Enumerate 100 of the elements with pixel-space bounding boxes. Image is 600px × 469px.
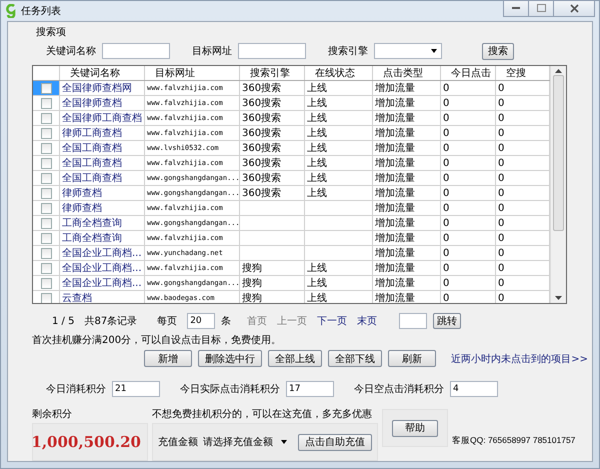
table-cell: 增加流量	[373, 216, 441, 230]
per-page-label: 每页	[157, 315, 178, 328]
column-header: 关键词名称	[60, 66, 145, 80]
action-button[interactable]: 刷新	[388, 350, 436, 367]
minimize-icon	[512, 6, 520, 10]
notice-text: 首次挂机赚分满200分，可以自设点击目标，免费使用。	[32, 334, 282, 347]
row-checkbox-cell[interactable]	[33, 81, 60, 95]
action-button[interactable]: 全部上线	[268, 350, 322, 367]
keyword-cell: 全国律师查档网	[60, 81, 145, 95]
keyword-cell: 律师查档	[60, 201, 145, 215]
app-logo-icon	[5, 4, 17, 18]
keyword-cell: 全国工商查档	[60, 156, 145, 170]
table-cell: 上线	[307, 158, 327, 168]
row-checkbox[interactable]	[40, 292, 52, 303]
row-checkbox[interactable]	[40, 278, 52, 288]
keyword-cell: 全国企业工商档...	[60, 246, 145, 260]
table-cell: 上线	[307, 128, 327, 138]
keyword-cell: 工商全档查询	[60, 216, 145, 230]
keyword-cell: 全国工商查档	[60, 141, 145, 155]
table-cell: 上线	[307, 98, 327, 108]
unit-label: 条	[221, 315, 232, 328]
table-cell: 增加流量	[373, 246, 441, 260]
keyword-cell: 律师查档	[60, 186, 145, 200]
row-checkbox[interactable]	[40, 158, 52, 168]
table-cell: 上线	[307, 142, 327, 154]
table-cell: 0	[441, 96, 496, 110]
amount-dropdown[interactable]: 请选择充值金额	[203, 435, 287, 449]
amount-label: 充值金额	[158, 436, 198, 449]
help-button[interactable]: 帮助	[392, 420, 438, 436]
scroll-down-icon[interactable]	[555, 296, 562, 300]
table-cell: 0	[441, 276, 496, 290]
recharge-title: 不想免费挂机积分的，可以在这充值，多充多优惠	[152, 408, 373, 421]
table-cell: 增加流量	[373, 126, 441, 140]
column-header: 目标网址	[145, 66, 240, 80]
balance-label: 剩余积分	[32, 408, 73, 421]
jump-button[interactable]: 跳转	[433, 313, 462, 330]
table-cell: 360搜索	[242, 158, 282, 168]
row-checkbox[interactable]	[40, 262, 52, 274]
keyword-cell: 全国企业工商档...	[60, 276, 145, 290]
caret-icon	[281, 440, 287, 444]
table-cell: 0	[441, 201, 496, 215]
table-cell: 增加流量	[373, 291, 441, 303]
field-label: 目标网址	[192, 44, 232, 58]
row-checkbox[interactable]	[40, 248, 52, 258]
table-cell: 搜狗	[242, 278, 262, 288]
row-checkbox[interactable]	[40, 218, 52, 228]
table-cell: 增加流量	[373, 201, 441, 215]
action-button[interactable]: 全部下线	[328, 350, 382, 367]
row-checkbox[interactable]	[40, 98, 52, 108]
pager-link[interactable]: 末页	[357, 314, 378, 328]
caret-icon	[431, 49, 437, 53]
table-cell: 增加流量	[373, 186, 441, 200]
action-button[interactable]: 删除选中行	[198, 350, 262, 367]
recent-items-link[interactable]: 近两小时内未点击到的项目>>	[451, 352, 588, 366]
stat-field[interactable]: 21	[112, 381, 160, 397]
table-cell: 0	[441, 291, 496, 303]
table-cell: 上线	[307, 82, 327, 94]
row-checkbox[interactable]	[40, 202, 52, 214]
row-checkbox[interactable]	[40, 128, 52, 138]
page-indicator: 1 / 5	[52, 316, 74, 327]
scroll-up-icon[interactable]	[555, 69, 562, 73]
keyword-field[interactable]	[102, 43, 170, 59]
search-button[interactable]: 搜索	[482, 42, 514, 60]
per-page-field[interactable]: 20	[187, 313, 216, 330]
table-cell: 0	[441, 156, 496, 170]
table-cell: 增加流量	[373, 231, 441, 245]
keyword-cell: 全国工商查档	[60, 171, 145, 185]
table-cell: 360搜索	[242, 142, 282, 154]
keyword-cell: 全国律师查档	[60, 96, 145, 110]
row-checkbox[interactable]	[40, 232, 52, 244]
table-cell: 上线	[307, 262, 327, 274]
vertical-scrollbar[interactable]	[550, 66, 566, 303]
table-cell: 0	[441, 246, 496, 260]
row-checkbox[interactable]	[40, 188, 52, 198]
pager-link[interactable]: 下一页	[317, 314, 348, 328]
maximize-icon	[536, 4, 546, 12]
row-checkbox[interactable]	[40, 82, 52, 94]
table-cell: 360搜索	[242, 112, 282, 124]
close-button[interactable]	[553, 0, 595, 16]
recharge-button[interactable]: 点击自助充值	[298, 434, 372, 450]
stat-field[interactable]: 4	[450, 381, 498, 397]
row-checkbox[interactable]	[40, 142, 52, 154]
table-cell: 增加流量	[373, 96, 441, 110]
table-cell: 增加流量	[373, 156, 441, 170]
row-checkbox[interactable]	[40, 172, 52, 184]
url-field[interactable]	[238, 43, 306, 59]
stat-field[interactable]: 17	[286, 381, 334, 397]
engine-dropdown[interactable]	[374, 43, 442, 59]
minimize-button[interactable]	[503, 0, 529, 16]
page-jump-field[interactable]	[399, 313, 428, 330]
column-header: 今日点击	[441, 66, 496, 80]
maximize-button[interactable]	[528, 0, 554, 16]
table-cell: 360搜索	[242, 98, 282, 108]
table-cell: 上线	[307, 172, 327, 184]
table-cell: 360搜索	[242, 188, 282, 198]
table-cell: 上线	[307, 112, 327, 124]
action-button[interactable]: 新增	[144, 350, 192, 367]
balance-value: 1,000,500.20	[31, 433, 141, 451]
field-label: 搜索引擎	[328, 44, 368, 58]
row-checkbox[interactable]	[40, 112, 52, 124]
